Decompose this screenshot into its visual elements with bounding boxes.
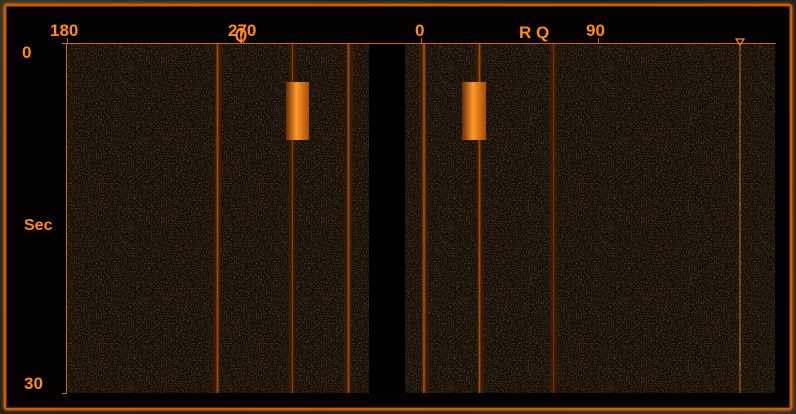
bearing-label-180: 180: [50, 21, 79, 40]
bearing-label-90: 90: [586, 21, 605, 40]
time-label-bottom: 30: [24, 374, 43, 393]
contact-highlight-2[interactable]: [462, 82, 486, 140]
baffle-region: [369, 44, 405, 393]
contact-trace-3: [343, 44, 354, 393]
time-tick-bottom: [62, 393, 67, 394]
bearing-label-0: 0: [415, 21, 425, 40]
time-label-unit: Sec: [24, 217, 53, 234]
contact-trace-1: [212, 44, 223, 393]
triangle-down-icon[interactable]: [735, 38, 745, 46]
contact-trace-6: [549, 44, 558, 393]
waterfall-display[interactable]: [67, 44, 775, 393]
contact-highlight-1[interactable]: [286, 82, 309, 140]
contact-trace-4: [418, 44, 430, 393]
marker-label: R Q: [519, 23, 550, 42]
waterfall-canvas: [67, 44, 775, 393]
time-label-top: 0: [22, 43, 32, 62]
